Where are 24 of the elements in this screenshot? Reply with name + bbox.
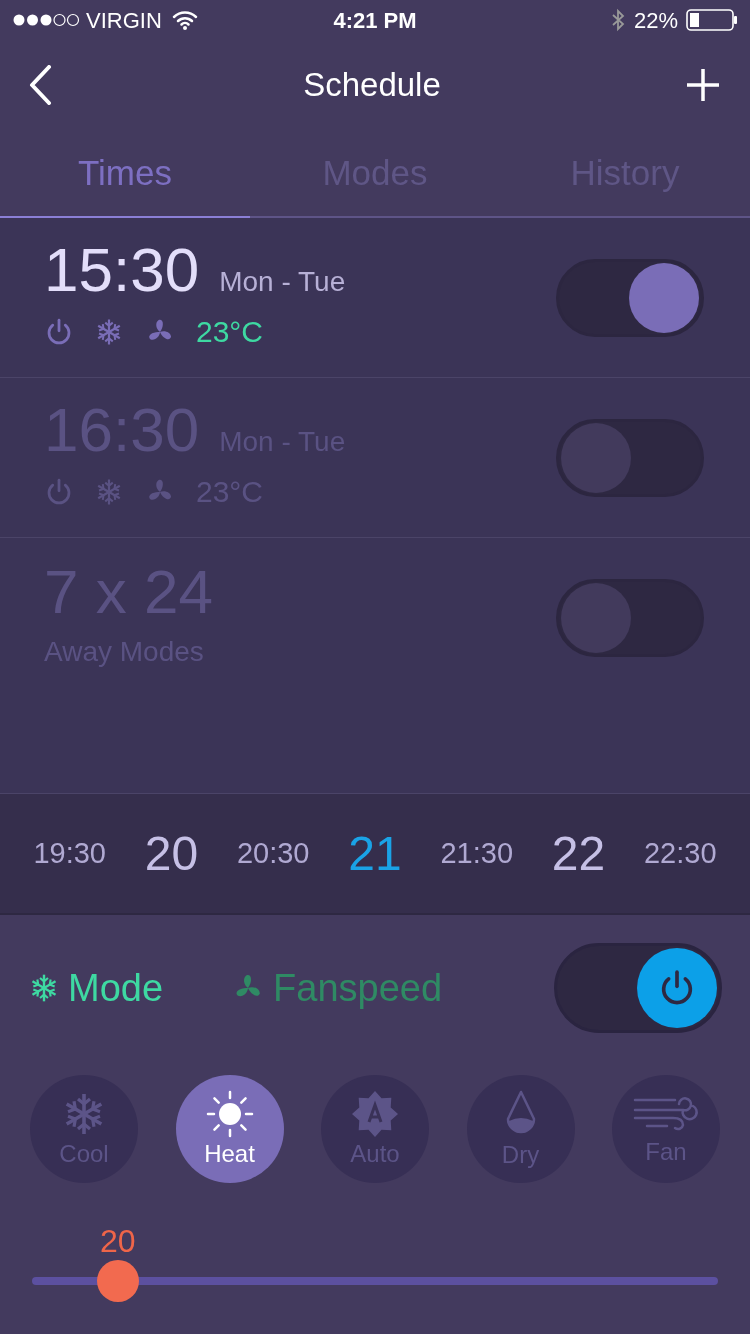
timeline-time[interactable]: 21: [348, 817, 402, 890]
slider-value: 20: [99, 1222, 136, 1261]
screen-title: Schedule: [303, 65, 441, 106]
control-tab[interactable]: Mode: [28, 959, 164, 1017]
battery-icon: [686, 9, 738, 31]
timeline-time[interactable]: 20: [144, 817, 199, 890]
battery-percent: 22%: [633, 6, 678, 35]
sun-icon: [205, 1090, 254, 1138]
clock-time: 4:21 PM: [333, 6, 417, 35]
timeline-time[interactable]: 19:30: [33, 831, 106, 876]
schedule-days: Mon - Tue: [219, 261, 346, 303]
wifi-icon: [171, 10, 198, 30]
control-tab[interactable]: Fanspeed: [231, 959, 443, 1017]
slider-thumb[interactable]: [96, 1260, 139, 1302]
schedule-temperature: 23°C: [196, 314, 264, 350]
timeline-time[interactable]: 20:30: [236, 831, 310, 876]
timeline-time[interactable]: 22: [551, 817, 606, 890]
carrier-name: VIRGIN: [86, 6, 162, 35]
star-badge-icon: [351, 1090, 399, 1138]
timeline-time[interactable]: 21:30: [440, 831, 514, 876]
schedule-time: 15:30: [44, 235, 200, 305]
signal-icon: [12, 13, 80, 27]
mode-button[interactable]: Heat: [175, 1075, 284, 1183]
timeline-time[interactable]: 22:30: [644, 831, 717, 876]
